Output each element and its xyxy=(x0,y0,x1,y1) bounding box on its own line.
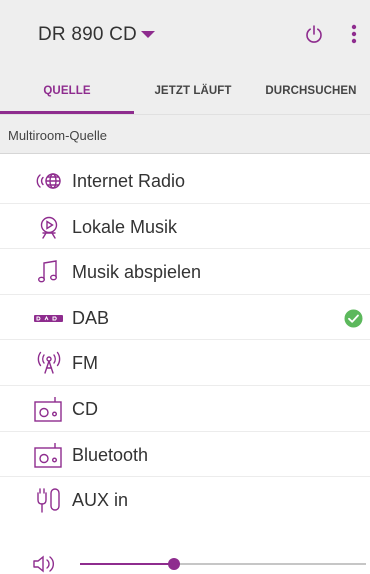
tab-jetzt-laeuft[interactable]: JETZT LÄUFT xyxy=(134,68,252,114)
source-label: Internet Radio xyxy=(72,171,186,191)
volume-slider[interactable] xyxy=(80,558,366,570)
source-label: CD xyxy=(72,398,98,419)
source-label: FM xyxy=(72,353,98,374)
internet-radio-icon xyxy=(36,173,61,189)
chevron-down-icon[interactable] xyxy=(138,22,158,46)
volume-control xyxy=(0,540,370,574)
volume-slider-thumb[interactable] xyxy=(168,558,181,570)
more-vert-icon[interactable] xyxy=(344,22,364,48)
source-item-bluetooth[interactable]: Bluetooth xyxy=(0,432,370,478)
source-item-fm[interactable]: FM xyxy=(0,340,370,386)
fm-antenna-icon xyxy=(37,352,61,375)
source-label: Lokale Musik xyxy=(72,216,178,237)
source-list: Internet Radio Lokale Musik Musik abspie… xyxy=(0,158,370,523)
bluetooth-radio-icon xyxy=(34,442,62,468)
source-label: DAB xyxy=(72,307,110,328)
source-label: AUX in xyxy=(72,490,129,511)
source-item-cd[interactable]: CD xyxy=(0,386,370,432)
source-item-dab[interactable]: DAB xyxy=(0,295,370,341)
source-label: Bluetooth xyxy=(72,444,149,465)
tab-quelle[interactable]: QUELLE xyxy=(0,68,134,114)
volume-icon xyxy=(33,555,54,573)
power-icon[interactable] xyxy=(302,22,326,46)
section-header: Multiroom-Quelle xyxy=(0,114,370,154)
check-circle-icon xyxy=(344,309,363,328)
source-item-lokale-musik[interactable]: Lokale Musik xyxy=(0,204,370,250)
tab-bar: QUELLE JETZT LÄUFT DURCHSUCHEN xyxy=(0,68,370,114)
tab-durchsuchen[interactable]: DURCHSUCHEN xyxy=(252,68,370,114)
source-item-musik-abspielen[interactable]: Musik abspielen xyxy=(0,249,370,295)
device-name[interactable]: DR 890 CD xyxy=(38,24,137,46)
section-title: Multiroom-Quelle xyxy=(8,128,107,143)
dab-icon xyxy=(34,314,63,322)
music-note-icon xyxy=(37,260,58,283)
source-item-aux-in[interactable]: AUX in xyxy=(0,477,370,523)
source-item-internet-radio[interactable]: Internet Radio xyxy=(0,158,370,204)
cd-player-icon xyxy=(34,396,62,422)
source-label: Musik abspielen xyxy=(72,262,202,283)
aux-plug-icon xyxy=(37,488,60,513)
app-header: DR 890 CD xyxy=(0,0,370,68)
local-music-icon xyxy=(40,216,58,239)
volume-slider-fill xyxy=(80,563,175,565)
